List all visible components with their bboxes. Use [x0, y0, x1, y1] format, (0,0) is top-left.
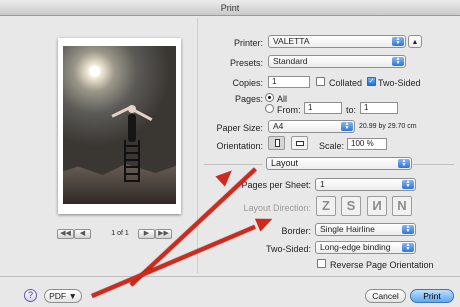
orientation-label: Orientation: [216, 141, 263, 151]
select-arrow-icon: ▲ ▼ [392, 37, 404, 46]
next-page-button[interactable]: ▶ [138, 229, 155, 239]
select-arrow-icon: ▲ ▼ [392, 57, 404, 66]
select-arrow-icon: ▲ ▼ [341, 122, 353, 131]
pages-per-sheet-select[interactable]: 1 ▲ ▼ [315, 178, 416, 191]
pages-from-radio[interactable] [265, 104, 274, 113]
portrait-orientation-button[interactable] [268, 136, 285, 150]
two-sided-binding-label: Two-Sided: [265, 244, 311, 254]
select-arrow-icon: ▲ ▼ [402, 180, 414, 189]
head-shape [128, 105, 136, 113]
preview-navigation: ◀◀ ◀ 1 of 1 ▶ ▶▶ [57, 229, 183, 241]
person-figure [111, 96, 153, 184]
pdf-menu-button[interactable]: PDF ▼ [44, 289, 82, 303]
landscape-orientation-button[interactable] [291, 136, 308, 150]
layout-z-icon[interactable]: Z [316, 196, 336, 216]
paper-dimensions: 20.99 by 29.70 cm [359, 123, 417, 130]
portrait-page-icon [275, 139, 280, 147]
reverse-orientation-checkbox[interactable] [317, 259, 326, 268]
page-preview [58, 38, 181, 214]
pages-per-sheet-value: 1 [320, 179, 325, 189]
from-page-input[interactable]: 1 [304, 102, 342, 114]
printer-disclosure-button[interactable]: ▲ [408, 35, 422, 48]
printer-select[interactable]: VALETTA ▲ ▼ [268, 35, 406, 48]
scale-input[interactable]: 100 % [347, 138, 387, 150]
last-page-button[interactable]: ▶▶ [155, 229, 172, 239]
collated-label: Collated [329, 78, 363, 88]
print-section-value: Layout [271, 158, 299, 168]
presets-select[interactable]: Standard ▲ ▼ [268, 55, 406, 68]
print-section-select[interactable]: Layout ▲ ▼ [266, 157, 412, 170]
border-select[interactable]: Single Hairline ▲ ▼ [315, 223, 416, 236]
panel-divider [197, 18, 198, 273]
two-sided-binding-select[interactable]: Long-edge binding ▲ ▼ [315, 241, 416, 254]
presets-label: Presets: [229, 58, 263, 68]
cage-skirt-shape [124, 140, 140, 182]
select-arrow-icon: ▲ ▼ [398, 159, 410, 168]
window-title: Print [0, 0, 460, 16]
pages-all-radio[interactable] [265, 93, 274, 102]
help-button[interactable]: ? [24, 289, 37, 302]
two-sided-label: Two-Sided [378, 78, 421, 88]
landscape-page-icon [296, 141, 304, 146]
cancel-button[interactable]: Cancel [365, 289, 406, 303]
two-sided-checkbox[interactable]: ✓ [367, 77, 376, 86]
layout-s-icon[interactable]: S [341, 196, 361, 216]
scale-label: Scale: [319, 141, 345, 151]
print-button[interactable]: Print [410, 289, 454, 303]
copies-input[interactable]: 1 [268, 76, 310, 88]
printer-value: VALETTA [273, 36, 310, 46]
collated-checkbox[interactable] [316, 77, 325, 86]
section-divider-right [413, 164, 454, 165]
two-sided-binding-value: Long-edge binding [320, 242, 391, 252]
pages-to-label: to: [346, 105, 357, 115]
layout-reverse-n-icon[interactable]: И [367, 196, 387, 216]
paper-size-select[interactable]: A4 ▲ ▼ [268, 120, 355, 133]
presets-value: Standard [273, 56, 308, 66]
section-divider-left [204, 164, 263, 165]
page-indicator: 1 of 1 [111, 230, 129, 237]
select-arrow-icon: ▲ ▼ [402, 243, 414, 252]
preview-panel: ◀◀ ◀ 1 of 1 ▶ ▶▶ [0, 16, 196, 276]
paper-size-label: Paper Size: [216, 123, 263, 133]
paper-size-value: A4 [273, 121, 284, 131]
print-dialog: Print ◀◀ ◀ 1 of 1 ▶ ▶▶ Printer: VALETTA … [0, 0, 460, 307]
reverse-orientation-label: Reverse Page Orientation [330, 260, 434, 270]
layout-n-icon[interactable]: N [392, 196, 412, 216]
copies-label: Copies: [232, 78, 263, 88]
first-page-button[interactable]: ◀◀ [57, 229, 74, 239]
pages-from-label: From: [277, 105, 301, 115]
to-page-input[interactable]: 1 [360, 102, 398, 114]
pages-all-label: All [277, 94, 288, 104]
previous-page-button[interactable]: ◀ [74, 229, 91, 239]
pages-label: Pages: [234, 94, 263, 104]
select-arrow-icon: ▲ ▼ [402, 225, 414, 234]
torso-shape [128, 114, 136, 142]
printer-label: Printer: [233, 38, 263, 48]
disclosure-triangle-icon: ▲ [411, 39, 419, 46]
preview-photo [63, 46, 176, 204]
footer-separator [0, 276, 460, 277]
border-value: Single Hairline [320, 224, 375, 234]
